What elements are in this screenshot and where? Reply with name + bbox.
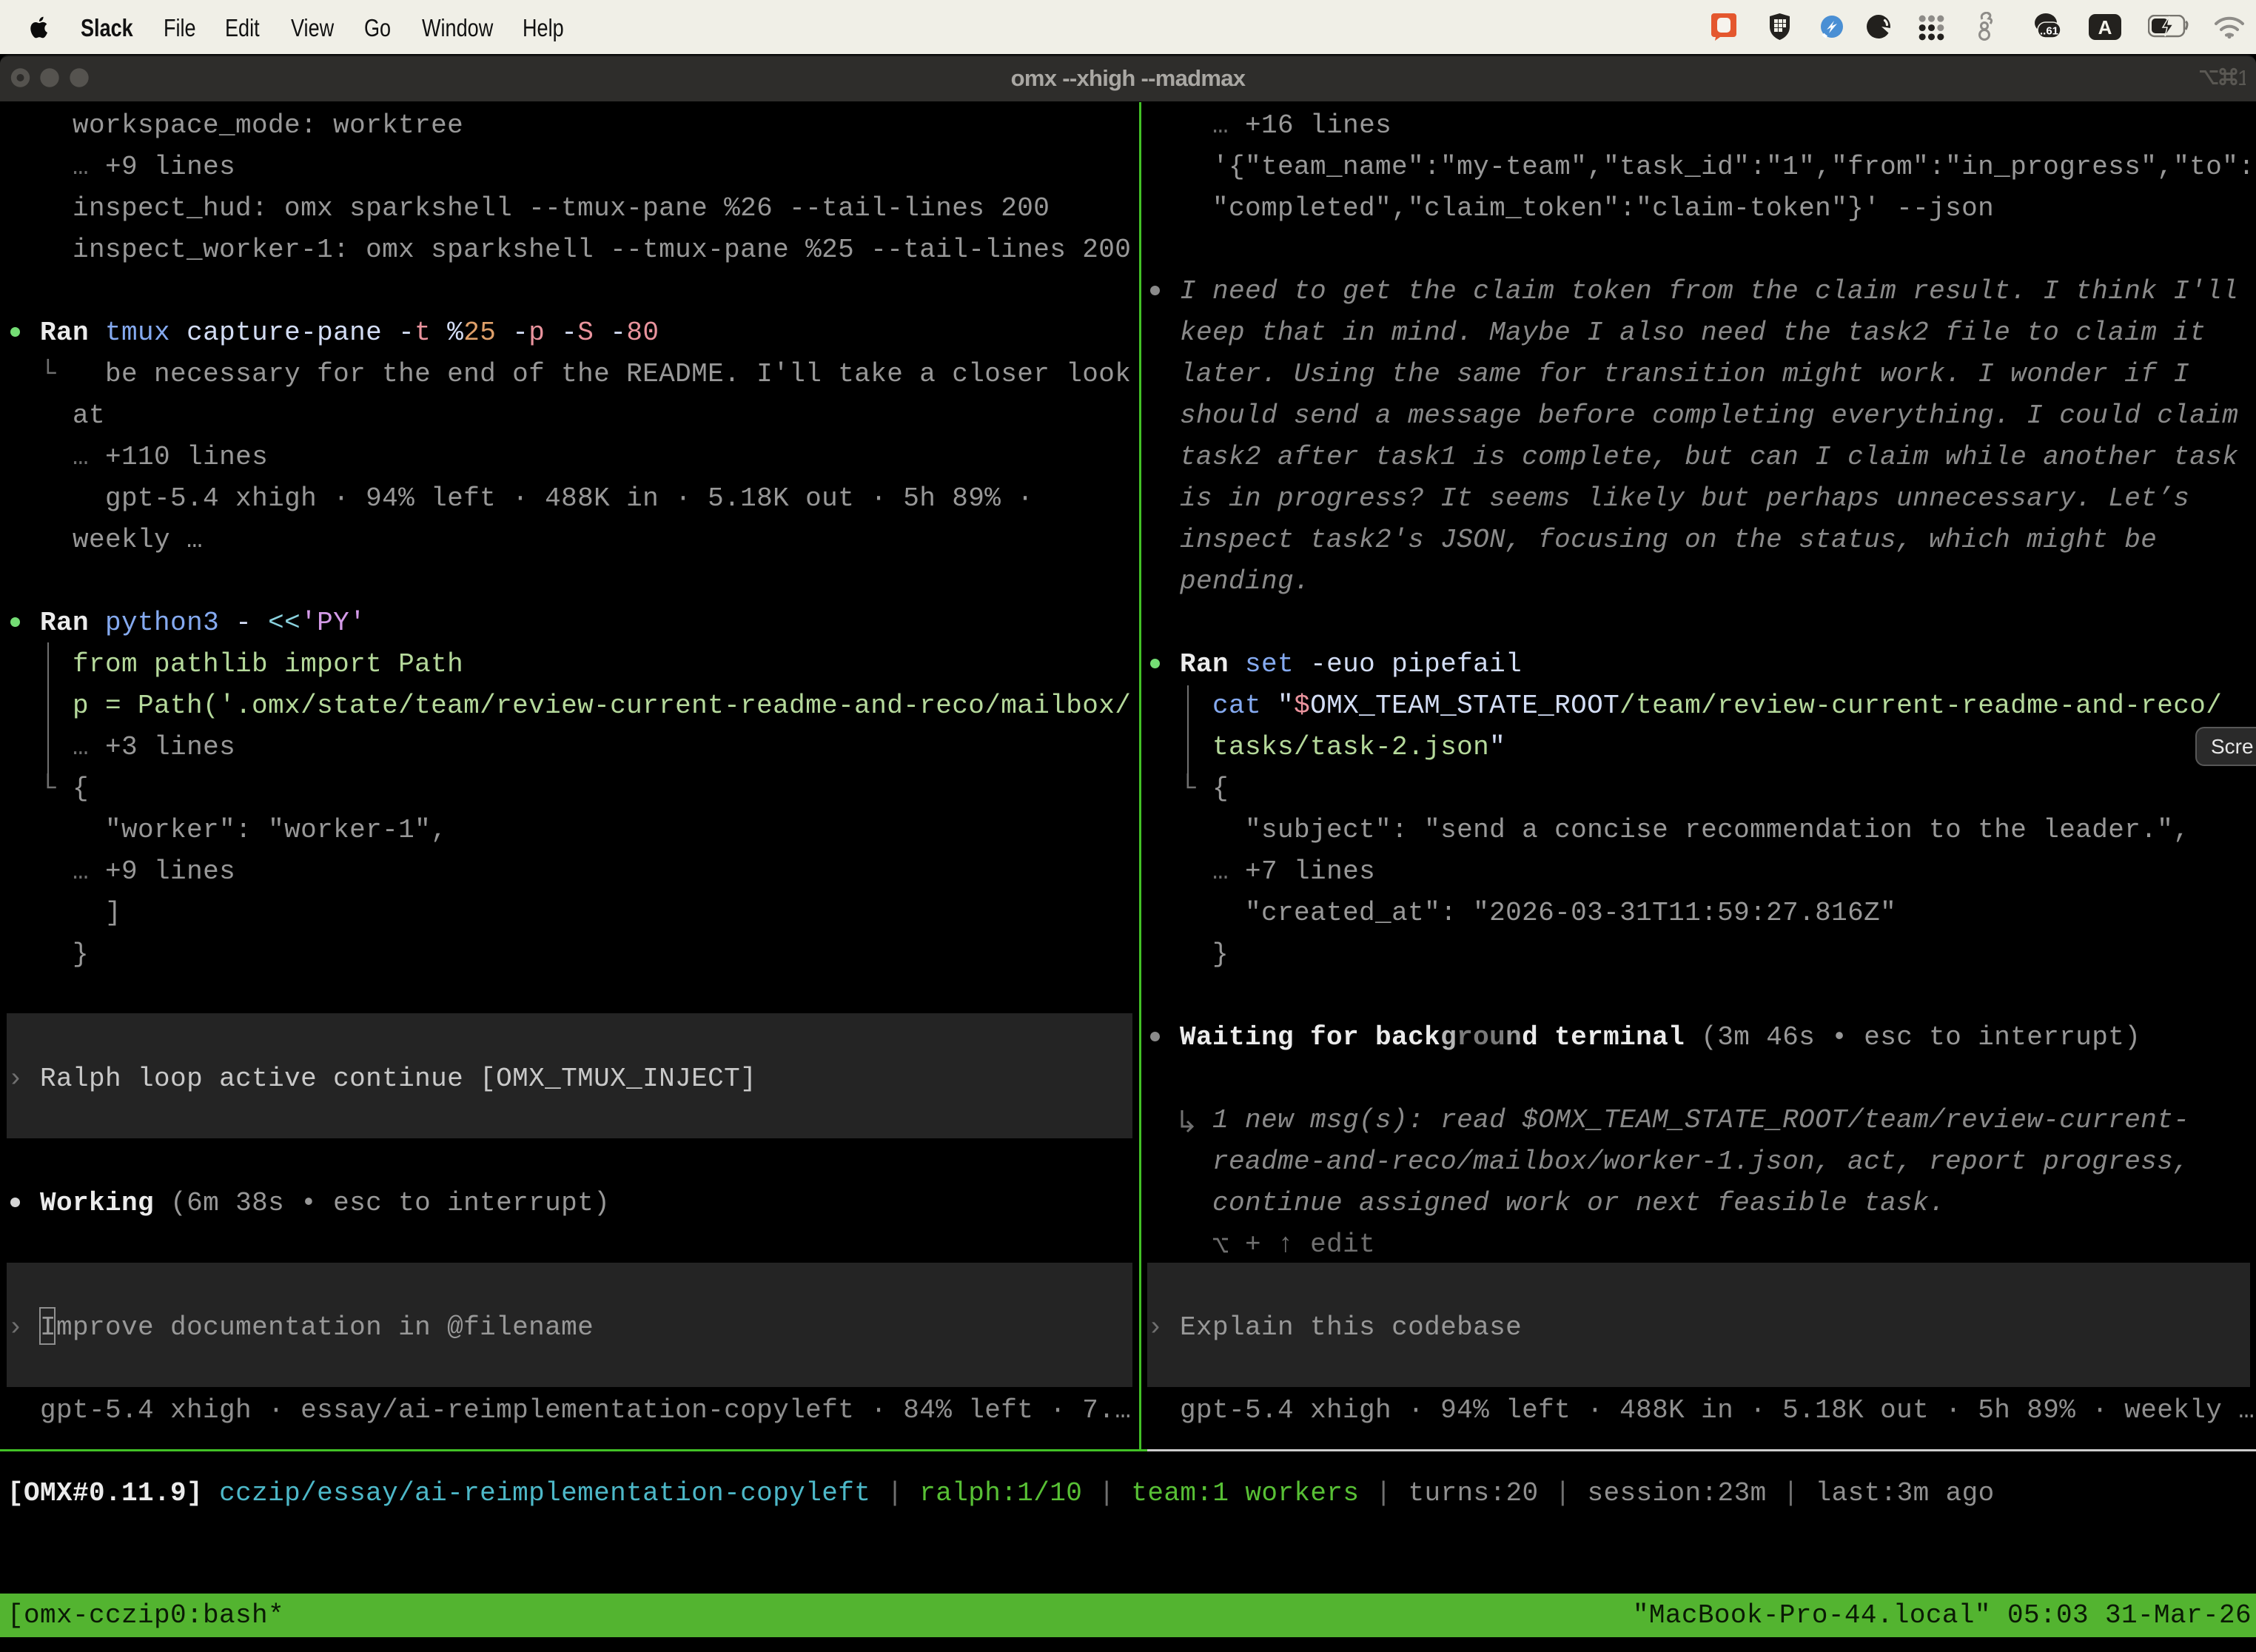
svg-text:1: 1 xyxy=(2237,67,2246,90)
svg-text:..61: ..61 xyxy=(2040,25,2058,38)
